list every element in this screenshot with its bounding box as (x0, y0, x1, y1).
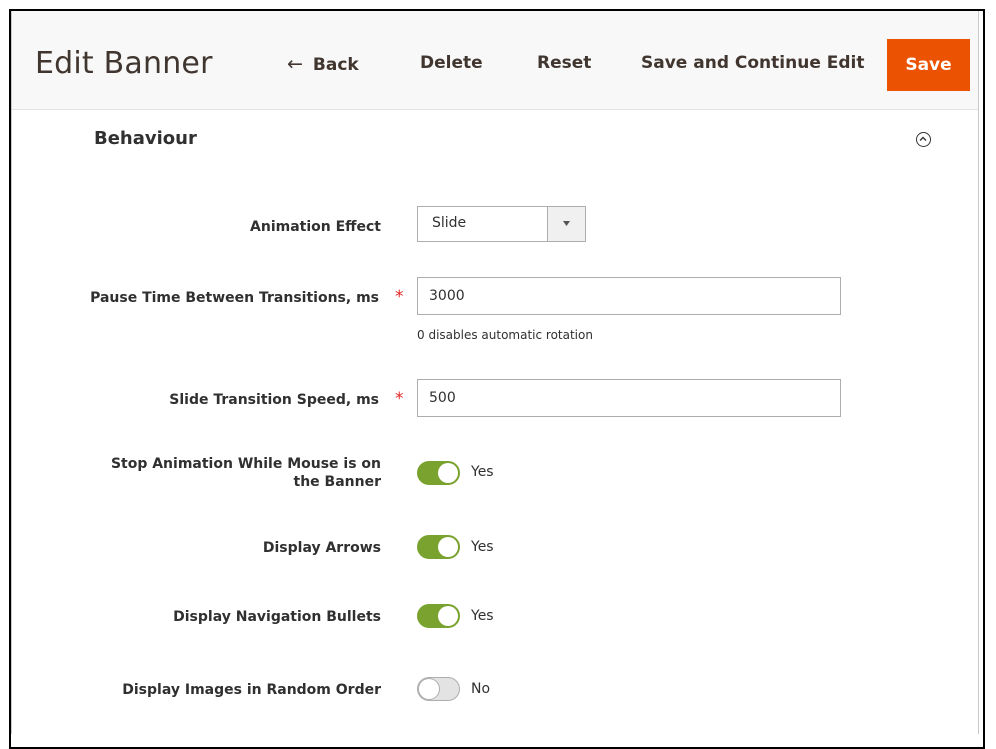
reset-button[interactable]: Reset (537, 53, 591, 73)
collapse-chevron-up-icon[interactable] (916, 132, 931, 147)
display-bullets-state: Yes (471, 608, 494, 624)
page: Edit Banner ← Back Delete Reset Save and … (11, 11, 979, 734)
animation-effect-label: Animation Effect (250, 219, 381, 235)
arrow-left-icon: ← (287, 53, 303, 75)
pause-time-input[interactable] (417, 277, 841, 315)
back-button[interactable]: ← Back (287, 53, 359, 75)
toggle-knob (438, 606, 458, 626)
toggle-knob (419, 679, 439, 699)
animation-effect-value: Slide (432, 215, 467, 231)
pause-time-label: Pause Time Between Transitions, ms (90, 290, 379, 306)
display-bullets-label: Display Navigation Bullets (173, 609, 381, 625)
stop-animation-state: Yes (471, 464, 494, 480)
stop-animation-label-line2: the Banner (293, 474, 381, 490)
page-title: Edit Banner (35, 46, 213, 81)
transition-speed-label: Slide Transition Speed, ms (169, 392, 379, 408)
pause-time-note: 0 disables automatic rotation (417, 328, 593, 342)
random-order-state: No (471, 681, 491, 697)
stop-animation-label: Stop Animation While Mouse is on the Ban… (111, 455, 381, 491)
display-arrows-state: Yes (471, 539, 494, 555)
random-order-label: Display Images in Random Order (122, 682, 381, 698)
random-order-toggle[interactable] (417, 677, 460, 701)
save-button[interactable]: Save (887, 39, 970, 91)
toggle-knob (438, 463, 458, 483)
dropdown-arrow (547, 207, 585, 241)
toggle-knob (438, 537, 458, 557)
stop-animation-toggle[interactable] (417, 461, 460, 485)
animation-effect-select[interactable]: Slide (417, 206, 586, 242)
caret-down-icon (563, 221, 570, 226)
page-header: Edit Banner ← Back Delete Reset Save and … (12, 11, 978, 110)
transition-speed-input[interactable] (417, 379, 841, 417)
delete-button[interactable]: Delete (420, 53, 483, 73)
display-arrows-label: Display Arrows (262, 540, 381, 556)
required-marker: * (395, 287, 404, 307)
save-continue-button[interactable]: Save and Continue Edit (641, 53, 865, 73)
required-marker: * (395, 389, 404, 409)
display-arrows-toggle[interactable] (417, 535, 460, 559)
display-bullets-toggle[interactable] (417, 604, 460, 628)
stop-animation-label-line1: Stop Animation While Mouse is on (110, 456, 381, 472)
back-label: Back (312, 55, 359, 75)
section-title: Behaviour (94, 128, 197, 149)
